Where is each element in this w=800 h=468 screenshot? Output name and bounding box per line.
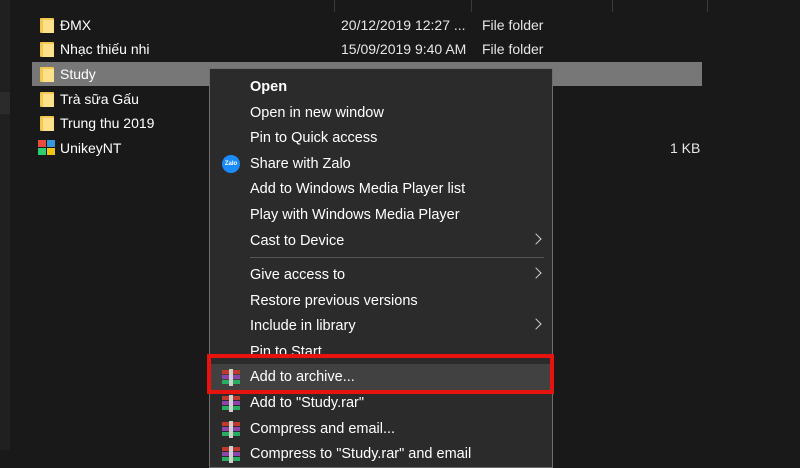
- menu-item-label: Restore previous versions: [250, 292, 418, 309]
- file-name: Study: [60, 66, 96, 82]
- file-row[interactable]: ĐMX 20/12/2019 12:27 ... File folder: [32, 13, 702, 37]
- menu-item-give-access-to[interactable]: Give access to: [210, 262, 552, 288]
- menu-item-compress-to-study-rar-and-email[interactable]: Compress to "Study.rar" and email: [210, 441, 552, 467]
- column-divider: [471, 0, 472, 12]
- menu-item-play-with-windows-media-player[interactable]: Play with Windows Media Player: [210, 202, 552, 228]
- file-name: Trà sữa Gấu: [60, 91, 139, 107]
- menu-item-add-to-windows-media-player-list[interactable]: Add to Windows Media Player list: [210, 176, 552, 202]
- file-row[interactable]: Nhạc thiếu nhi 15/09/2019 9:40 AM File fol…: [32, 37, 702, 61]
- menu-item-label: Include in library: [250, 318, 356, 335]
- column-divider: [707, 0, 708, 12]
- column-divider: [612, 0, 613, 12]
- file-size: 1 KB: [670, 140, 701, 156]
- menu-item-compress-and-email[interactable]: Compress and email...: [210, 416, 552, 442]
- winrar-icon: [222, 420, 240, 438]
- menu-item-label: Compress to "Study.rar" and email: [250, 446, 472, 463]
- file-name: UnikeyNT: [60, 140, 122, 156]
- zalo-icon: Zalo: [222, 154, 240, 173]
- menu-item-cast-to-device[interactable]: Cast to Device: [210, 228, 552, 254]
- menu-item-label: Play with Windows Media Player: [250, 207, 460, 223]
- folder-icon: [40, 18, 54, 33]
- file-date-modified: 20/12/2019 12:27 ...: [341, 17, 466, 33]
- file-date-modified: 15/09/2019 9:40 AM: [341, 41, 467, 57]
- menu-separator: [250, 257, 544, 258]
- menu-item-label: Open: [250, 79, 288, 95]
- chevron-right-icon: [530, 267, 542, 279]
- menu-item-open-in-new-window[interactable]: Open in new window: [210, 100, 552, 126]
- context-menu: Open Open in new window Pin to Quick acces…: [209, 68, 553, 468]
- menu-item-label: Compress and email...: [250, 420, 396, 437]
- menu-item-label: Add to Windows Media Player list: [250, 181, 466, 198]
- menu-item-include-in-library[interactable]: Include in library: [210, 313, 552, 339]
- menu-item-label: Open in new window: [250, 104, 384, 121]
- file-name: Nhạc thiếu nhi: [60, 41, 150, 57]
- chevron-right-icon: [530, 232, 542, 245]
- file-type: File folder: [482, 41, 544, 57]
- unikey-icon: [38, 140, 56, 156]
- file-name: Trung thu 2019: [60, 115, 155, 131]
- folder-icon: [40, 116, 54, 131]
- column-divider: [334, 0, 335, 12]
- menu-item-label: Pin to Quick access: [250, 130, 378, 147]
- menu-item-open[interactable]: Open: [210, 74, 552, 100]
- navigation-pane-edge: [0, 0, 10, 450]
- red-highlight-box: [207, 354, 554, 394]
- folder-icon: [40, 92, 54, 107]
- chevron-right-icon: [530, 318, 542, 330]
- menu-item-label: Give access to: [250, 267, 346, 283]
- winrar-icon: [222, 446, 240, 464]
- folder-icon: [40, 42, 54, 57]
- menu-item-restore-previous-versions[interactable]: Restore previous versions: [210, 288, 552, 314]
- menu-item-pin-to-quick-access[interactable]: Pin to Quick access: [210, 125, 552, 151]
- winrar-icon: [222, 395, 240, 412]
- folder-icon: [40, 67, 54, 82]
- menu-item-label: Share with Zalo: [250, 155, 351, 172]
- file-type: File folder: [482, 17, 544, 33]
- file-name: ĐMX: [60, 17, 92, 33]
- menu-item-share-with-zalo[interactable]: Zalo Share with Zalo: [210, 151, 552, 177]
- menu-item-label: Cast to Device: [250, 232, 345, 249]
